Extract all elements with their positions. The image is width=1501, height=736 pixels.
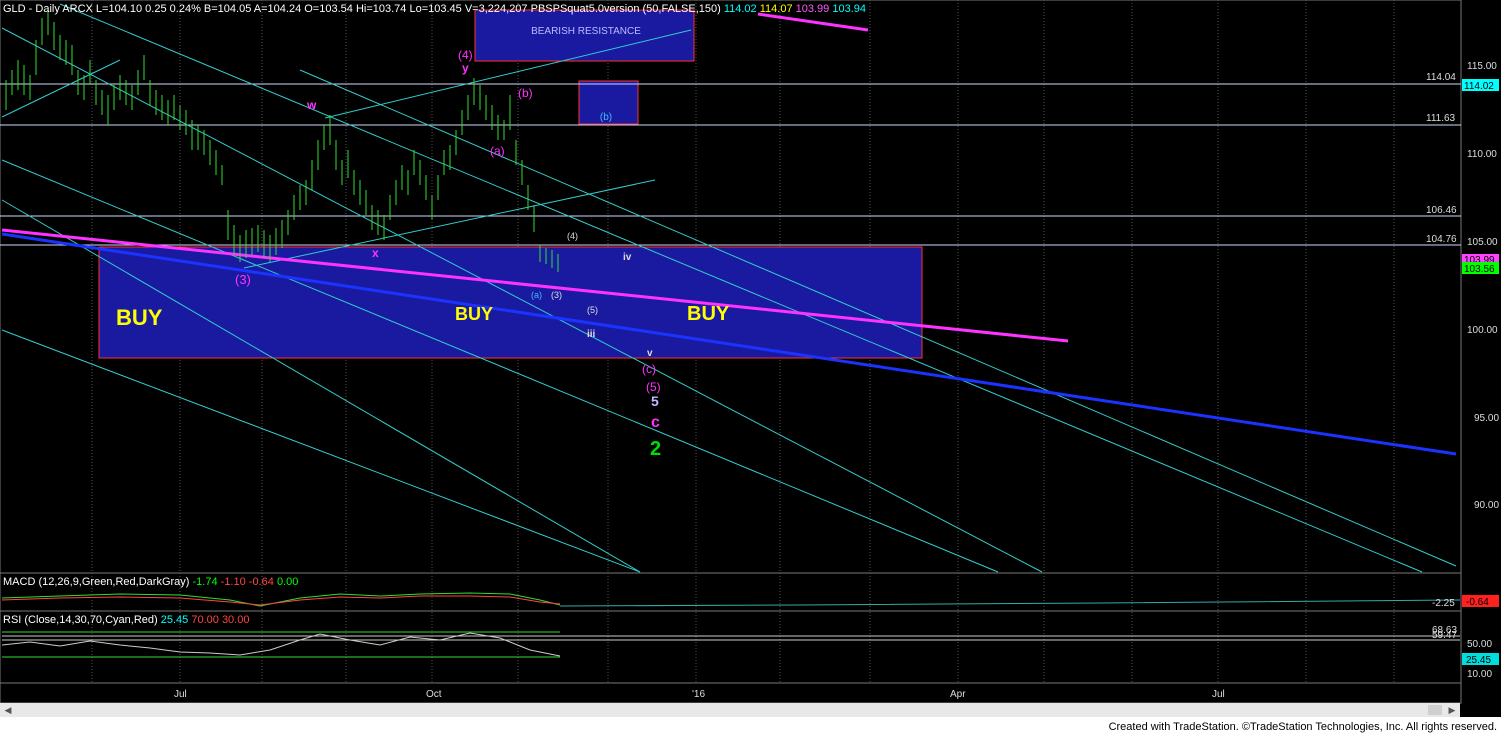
x-tick-1: Oct: [426, 689, 442, 700]
level-label-1: 111.63: [1426, 113, 1456, 124]
header-open: O=103.54: [304, 3, 353, 15]
horizontal-scrollbar[interactable]: [0, 703, 1460, 717]
wave-5: 5: [651, 393, 659, 409]
price-tag-cyan-text: 114.02: [1464, 81, 1494, 92]
buy-label-1: BUY: [116, 305, 163, 330]
y-tick-1: 110.00: [1467, 149, 1497, 160]
wave-w: w: [306, 98, 317, 112]
x-tick-0: Jul: [174, 689, 187, 700]
macd-tag-text: -0.64: [1466, 597, 1489, 608]
scroll-left-icon[interactable]: ◀: [2, 703, 14, 717]
wave-small-4: (4): [567, 231, 578, 241]
level-label-2: 106.46: [1426, 205, 1457, 216]
header-ind-value-0: 114.02: [723, 3, 757, 15]
header-symbol: GLD - Daily ARCX: [3, 3, 93, 15]
x-tick-3: Apr: [950, 689, 966, 700]
wave-b: (b): [518, 86, 533, 100]
header-bid: B=104.05: [203, 3, 252, 15]
header-lo: Lo=103.45: [409, 3, 462, 15]
rsi-tag-text: 25.45: [1466, 655, 1491, 666]
wave-iv: iv: [623, 252, 632, 263]
wave-c: (c): [642, 362, 656, 376]
macd-value-2: -0.64: [248, 576, 274, 588]
level-label-0: 114.04: [1426, 72, 1456, 83]
header-last: L=104.10: [95, 3, 143, 15]
bearish-resistance-label: BEARISH RESISTANCE: [531, 26, 641, 37]
rsi-label: RSI (Close,14,30,70,Cyan,Red): [3, 614, 158, 626]
header-ind-value-2: 103.99: [795, 3, 830, 15]
macd-value-1: -1.10: [220, 576, 246, 588]
buy-zone-box: [98, 246, 923, 359]
wave-small-a: (a): [531, 290, 542, 300]
rsi-value-1: 70.00: [191, 614, 219, 626]
buy-label-2: BUY: [455, 304, 493, 324]
rsi-axis-1: 59.47: [1432, 630, 1457, 641]
price-tag-green-text: 103.56: [1464, 264, 1495, 275]
level-label-3: 104.76: [1426, 234, 1457, 245]
wave-y: y: [462, 61, 469, 75]
scroll-right-icon[interactable]: ▶: [1446, 703, 1458, 717]
scroll-thumb[interactable]: [1428, 705, 1442, 715]
footer: Created with TradeStation. ©TradeStation…: [0, 717, 1501, 736]
macd-value-3: 0.00: [276, 576, 299, 588]
macd-level-label: -2.25: [1432, 598, 1455, 609]
macd-header: MACD (12,26,9,Green,Red,DarkGray) -1.74 …: [3, 576, 298, 588]
wave-small-3: (3): [551, 290, 562, 300]
y-tick-3: 100.00: [1467, 325, 1498, 336]
wave-3: (3): [235, 272, 251, 287]
rsi-axis-2: 50.00: [1467, 639, 1492, 650]
header-pct: 0.24%: [169, 3, 201, 15]
header-change: 0.25: [145, 3, 167, 15]
wave-5-paren: (5): [646, 380, 661, 394]
y-tick-4: 95.00: [1474, 413, 1499, 424]
wave-v: v: [647, 348, 653, 359]
x-tick-4: Jul: [1212, 689, 1225, 700]
b-box-label: (b): [600, 112, 612, 123]
rsi-axis-3: 10.00: [1467, 669, 1492, 680]
header-ind-value-1: 114.07: [759, 3, 793, 15]
chart-header: GLD - Daily ARCX L=104.10 0.25 0.24% B=1…: [3, 3, 866, 15]
wave-small-5: (5): [587, 305, 598, 315]
wave-c-plain: c: [651, 414, 660, 431]
header-hi: Hi=103.74: [355, 3, 407, 15]
buy-label-3: BUY: [687, 303, 730, 325]
header-volume: V=3,224,207: [464, 3, 528, 15]
rsi-value-2: 30.00: [221, 614, 250, 626]
y-tick-0: 115.00: [1467, 61, 1497, 72]
rsi-value-0: 25.45: [160, 614, 189, 626]
macd-value-0: -1.74: [192, 576, 218, 588]
time-axis-panel: [0, 682, 1462, 704]
wave-x: x: [372, 246, 379, 260]
y-tick-2: 105.00: [1467, 237, 1498, 248]
wave-a: (a): [490, 144, 505, 158]
macd-label: MACD (12,26,9,Green,Red,DarkGray): [3, 576, 190, 588]
header-ask: A=104.24: [253, 3, 302, 15]
x-tick-2: '16: [692, 689, 705, 700]
wave-2: 2: [650, 438, 661, 460]
wave-4: (4): [458, 48, 473, 62]
price-axis: 115.00 110.00 105.00 100.00 95.00 90.00: [1467, 61, 1499, 511]
rsi-header: RSI (Close,14,30,70,Cyan,Red) 25.45 70.0…: [3, 614, 249, 626]
header-indicator: PBSPSquat5.0version (50,FALSE,150): [530, 3, 721, 15]
y-tick-5: 90.00: [1474, 500, 1499, 511]
header-ind-value-3: 103.94: [832, 3, 866, 15]
wave-iii: iii: [587, 329, 596, 340]
footer-credit: Created with TradeStation. ©TradeStation…: [1108, 721, 1497, 733]
price-chart: 115.00 110.00 105.00 100.00 95.00 90.00 …: [0, 0, 1499, 704]
